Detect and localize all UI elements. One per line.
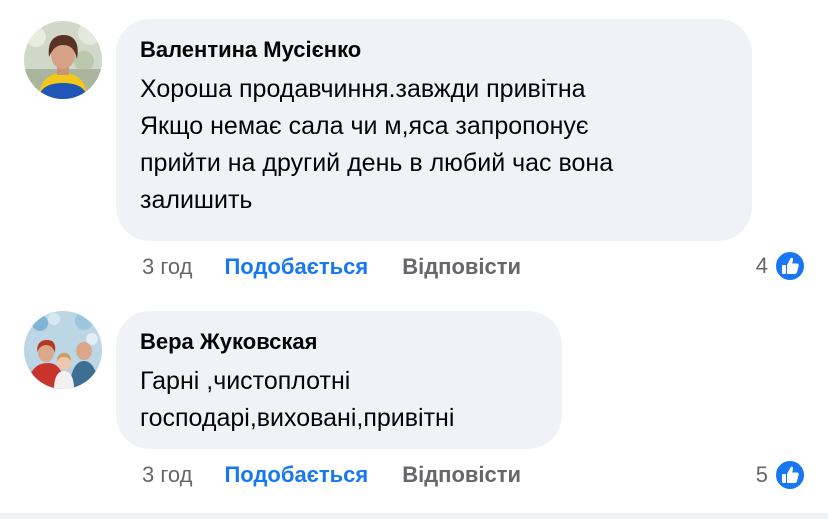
reply-button[interactable]: Відповісти [402,462,521,488]
thumbs-up-icon [774,459,806,491]
like-button[interactable]: Подобається [224,462,368,488]
comment-bubble: Вера Жуковская Гарні ,чистоплотні господ… [116,311,562,449]
comment-author[interactable]: Вера Жуковская [140,327,538,357]
comment-actions: 3 год Подобається Відповісти [142,460,521,490]
comment-time[interactable]: 3 год [142,462,192,488]
reactions-summary[interactable]: 5 [756,458,806,492]
divider [0,513,828,519]
avatar[interactable] [24,311,102,389]
profile-photo-icon [24,311,102,389]
comment-text: Гарні ,чистоплотні господарі,виховані,пр… [140,367,455,432]
reactions-count: 5 [755,462,768,487]
comment-2: Вера Жуковская Гарні ,чистоплотні господ… [0,0,828,513]
